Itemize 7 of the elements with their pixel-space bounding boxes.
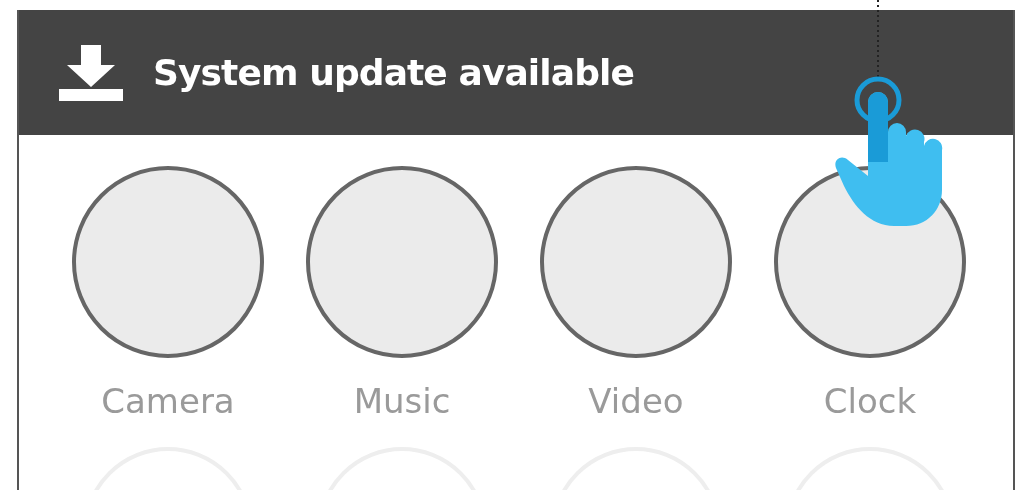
download-icon [59,44,123,101]
notification-bar[interactable]: System update available [19,10,1013,135]
app-label: Clock [823,380,917,423]
notification-title: System update available [153,50,634,95]
app-label: Music [353,380,451,423]
app-label: Camera [101,380,235,423]
app-label: Video [588,380,684,423]
